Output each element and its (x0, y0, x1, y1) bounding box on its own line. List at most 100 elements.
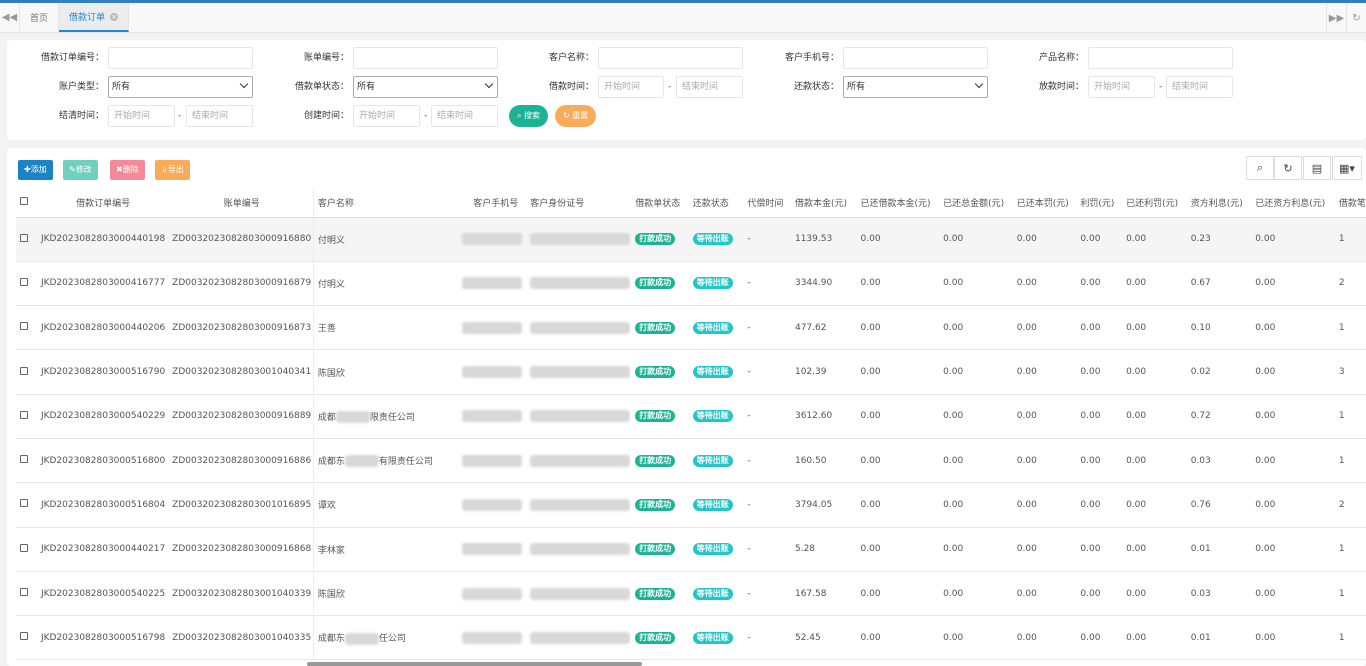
table-row[interactable]: JKD2023082803000440206 ZD003202308280300… (16, 305, 1366, 351)
loan-time-end-input[interactable]: 结束时间 (676, 76, 743, 98)
col-header[interactable]: 已还本罚(元) (1012, 189, 1077, 218)
reset-button-label: 重置 (572, 111, 589, 120)
add-button[interactable]: ✚添加 (18, 160, 53, 180)
row-checkbox[interactable] (16, 261, 36, 307)
table-row[interactable]: JKD2023082803000516804 ZD003202308280300… (16, 482, 1366, 528)
table-row[interactable]: JKD2023082803000440217 ZD003202308280300… (16, 527, 1366, 572)
penalty: 0.00 (1076, 615, 1123, 661)
customer-name-cell: 王善 (313, 305, 458, 351)
repay-status-cell: 等待出账 (688, 305, 744, 351)
col-header[interactable]: 已还利罚(元) (1122, 189, 1187, 218)
bill-no-input[interactable] (353, 47, 498, 69)
col-header[interactable]: 客户身份证号 (526, 189, 632, 218)
customer-id (526, 261, 632, 307)
export-button[interactable]: ⇩导出 (155, 160, 190, 180)
row-checkbox[interactable] (16, 305, 36, 351)
redacted-id (530, 277, 631, 290)
customer-name-input[interactable] (598, 47, 743, 69)
bill-no: ZD0032023082803000916889 (166, 394, 314, 439)
col-header[interactable]: 账单编号 (166, 189, 314, 218)
table-row[interactable]: JKD2023082803000540229 ZD003202308280300… (16, 394, 1366, 439)
refresh-icon[interactable]: ↻ (1274, 156, 1302, 180)
loan-status-select[interactable]: 所有 (353, 76, 498, 98)
col-header[interactable]: 已还借款本金(元) (856, 189, 940, 218)
col-header[interactable]: 利罚(元) (1076, 189, 1123, 218)
row-checkbox[interactable] (16, 615, 36, 661)
row-checkbox[interactable] (16, 527, 36, 572)
paid-funder-interest: 0.00 (1251, 305, 1335, 351)
table-row[interactable]: JKD2023082803000516800 ZD003202308280300… (16, 438, 1366, 484)
col-header[interactable]: 代偿时间 (743, 189, 791, 218)
horizontal-scrollbar[interactable] (307, 662, 642, 666)
status-badge: 等待出账 (692, 277, 733, 290)
search-button[interactable]: ⌕ 搜索 (509, 105, 549, 127)
col-header[interactable]: 借款订单编号 (35, 189, 167, 218)
paid-pen: 0.00 (1012, 438, 1077, 484)
columns-icon[interactable]: ▦▾ (1332, 156, 1362, 180)
repay-status-cell: 等待出账 (688, 571, 744, 617)
customer-phone (457, 394, 527, 439)
compensation-time: - (743, 615, 791, 661)
edit-button[interactable]: ✎修改 (63, 160, 98, 180)
disburse-time-start-input[interactable]: 开始时间 (1088, 76, 1155, 98)
col-header[interactable]: 借款单状态 (631, 189, 689, 218)
loan-order-no: JKD2023082803000440198 (35, 217, 167, 262)
table-row[interactable]: JKD2023082803000440198 ZD003202308280300… (16, 217, 1366, 262)
paid-funder-interest: 0.00 (1251, 527, 1335, 572)
col-header[interactable]: 还款状态 (688, 189, 744, 218)
refresh-icon[interactable]: ↻ (1346, 3, 1366, 33)
row-checkbox[interactable] (16, 349, 36, 395)
col-header[interactable]: 已还总金额(元) (939, 189, 1013, 218)
col-header[interactable]: 资方利息(元) (1186, 189, 1252, 218)
col-header[interactable]: 已还资方利息(元) (1251, 189, 1335, 218)
customer-name-cell: 陈国欣 (313, 349, 458, 395)
customer-id (526, 482, 632, 528)
row-checkbox[interactable] (16, 394, 36, 439)
settle-time-end-input[interactable]: 结束时间 (186, 105, 253, 127)
penalty: 0.00 (1076, 217, 1123, 262)
settle-time-start-input[interactable]: 开始时间 (108, 105, 175, 127)
table-row[interactable]: JKD2023082803000540225 ZD003202308280300… (16, 571, 1366, 617)
row-checkbox[interactable] (16, 482, 36, 528)
customer-name: 王善 (317, 324, 336, 335)
tab-home[interactable]: 首页 (20, 3, 60, 32)
col-header[interactable]: 借款本金(元) (790, 189, 857, 218)
col-header[interactable]: 客户名称 (313, 189, 458, 218)
tab-scroll-left-icon[interactable]: ◀◀ (0, 3, 20, 32)
customer-phone-input[interactable] (843, 47, 988, 69)
create-time-end-input[interactable]: 结束时间 (431, 105, 498, 127)
close-icon[interactable]: × (110, 12, 119, 21)
table-row[interactable]: JKD2023082803000516790 ZD003202308280300… (16, 349, 1366, 395)
disburse-time-end-input[interactable]: 结束时间 (1166, 76, 1233, 98)
col-header[interactable]: 客户手机号 (457, 189, 527, 218)
status-badge: 等待出账 (692, 233, 733, 246)
repay-status-select[interactable]: 所有 (843, 76, 988, 98)
table-row[interactable]: JKD2023082803000516798 ZD003202308280300… (16, 615, 1366, 661)
search-toggle-icon[interactable]: ⌕ (1246, 156, 1274, 180)
loan-status-cell: 打款成功 (631, 349, 689, 395)
tab-scroll-right-icon[interactable]: ▶▶ (1326, 3, 1346, 33)
create-time-start-input[interactable]: 开始时间 (353, 105, 420, 127)
customer-name: 成都东 (317, 456, 345, 467)
table-row[interactable]: JKD2023082803000416777 ZD003202308280300… (16, 261, 1366, 307)
reset-button[interactable]: ↻ 重置 (555, 105, 597, 127)
row-checkbox[interactable] (16, 571, 36, 617)
loan-time-start-input[interactable]: 开始时间 (598, 76, 664, 98)
loan-order-no: JKD2023082803000516790 (35, 349, 167, 395)
bill-no: ZD0032023082803000916880 (166, 217, 314, 262)
col-header[interactable]: 借款笔 (1334, 189, 1366, 218)
toggle-view-icon[interactable]: ▤ (1303, 156, 1331, 180)
loan-order-no-input[interactable] (108, 47, 253, 69)
paid-penalty: 0.00 (1122, 482, 1187, 528)
status-badge: 打款成功 (635, 410, 676, 423)
tab-loan-orders[interactable]: 借款订单 × (59, 3, 130, 32)
delete-button[interactable]: ✖删除 (110, 160, 145, 180)
customer-id (526, 305, 632, 351)
select-all-checkbox[interactable] (16, 189, 36, 218)
row-checkbox[interactable] (16, 217, 36, 262)
funder-interest: 0.76 (1186, 482, 1252, 528)
product-name-input[interactable] (1088, 47, 1233, 69)
paid-total: 0.00 (939, 615, 1013, 661)
row-checkbox[interactable] (16, 438, 36, 484)
account-type-select[interactable]: 所有 (108, 76, 253, 98)
